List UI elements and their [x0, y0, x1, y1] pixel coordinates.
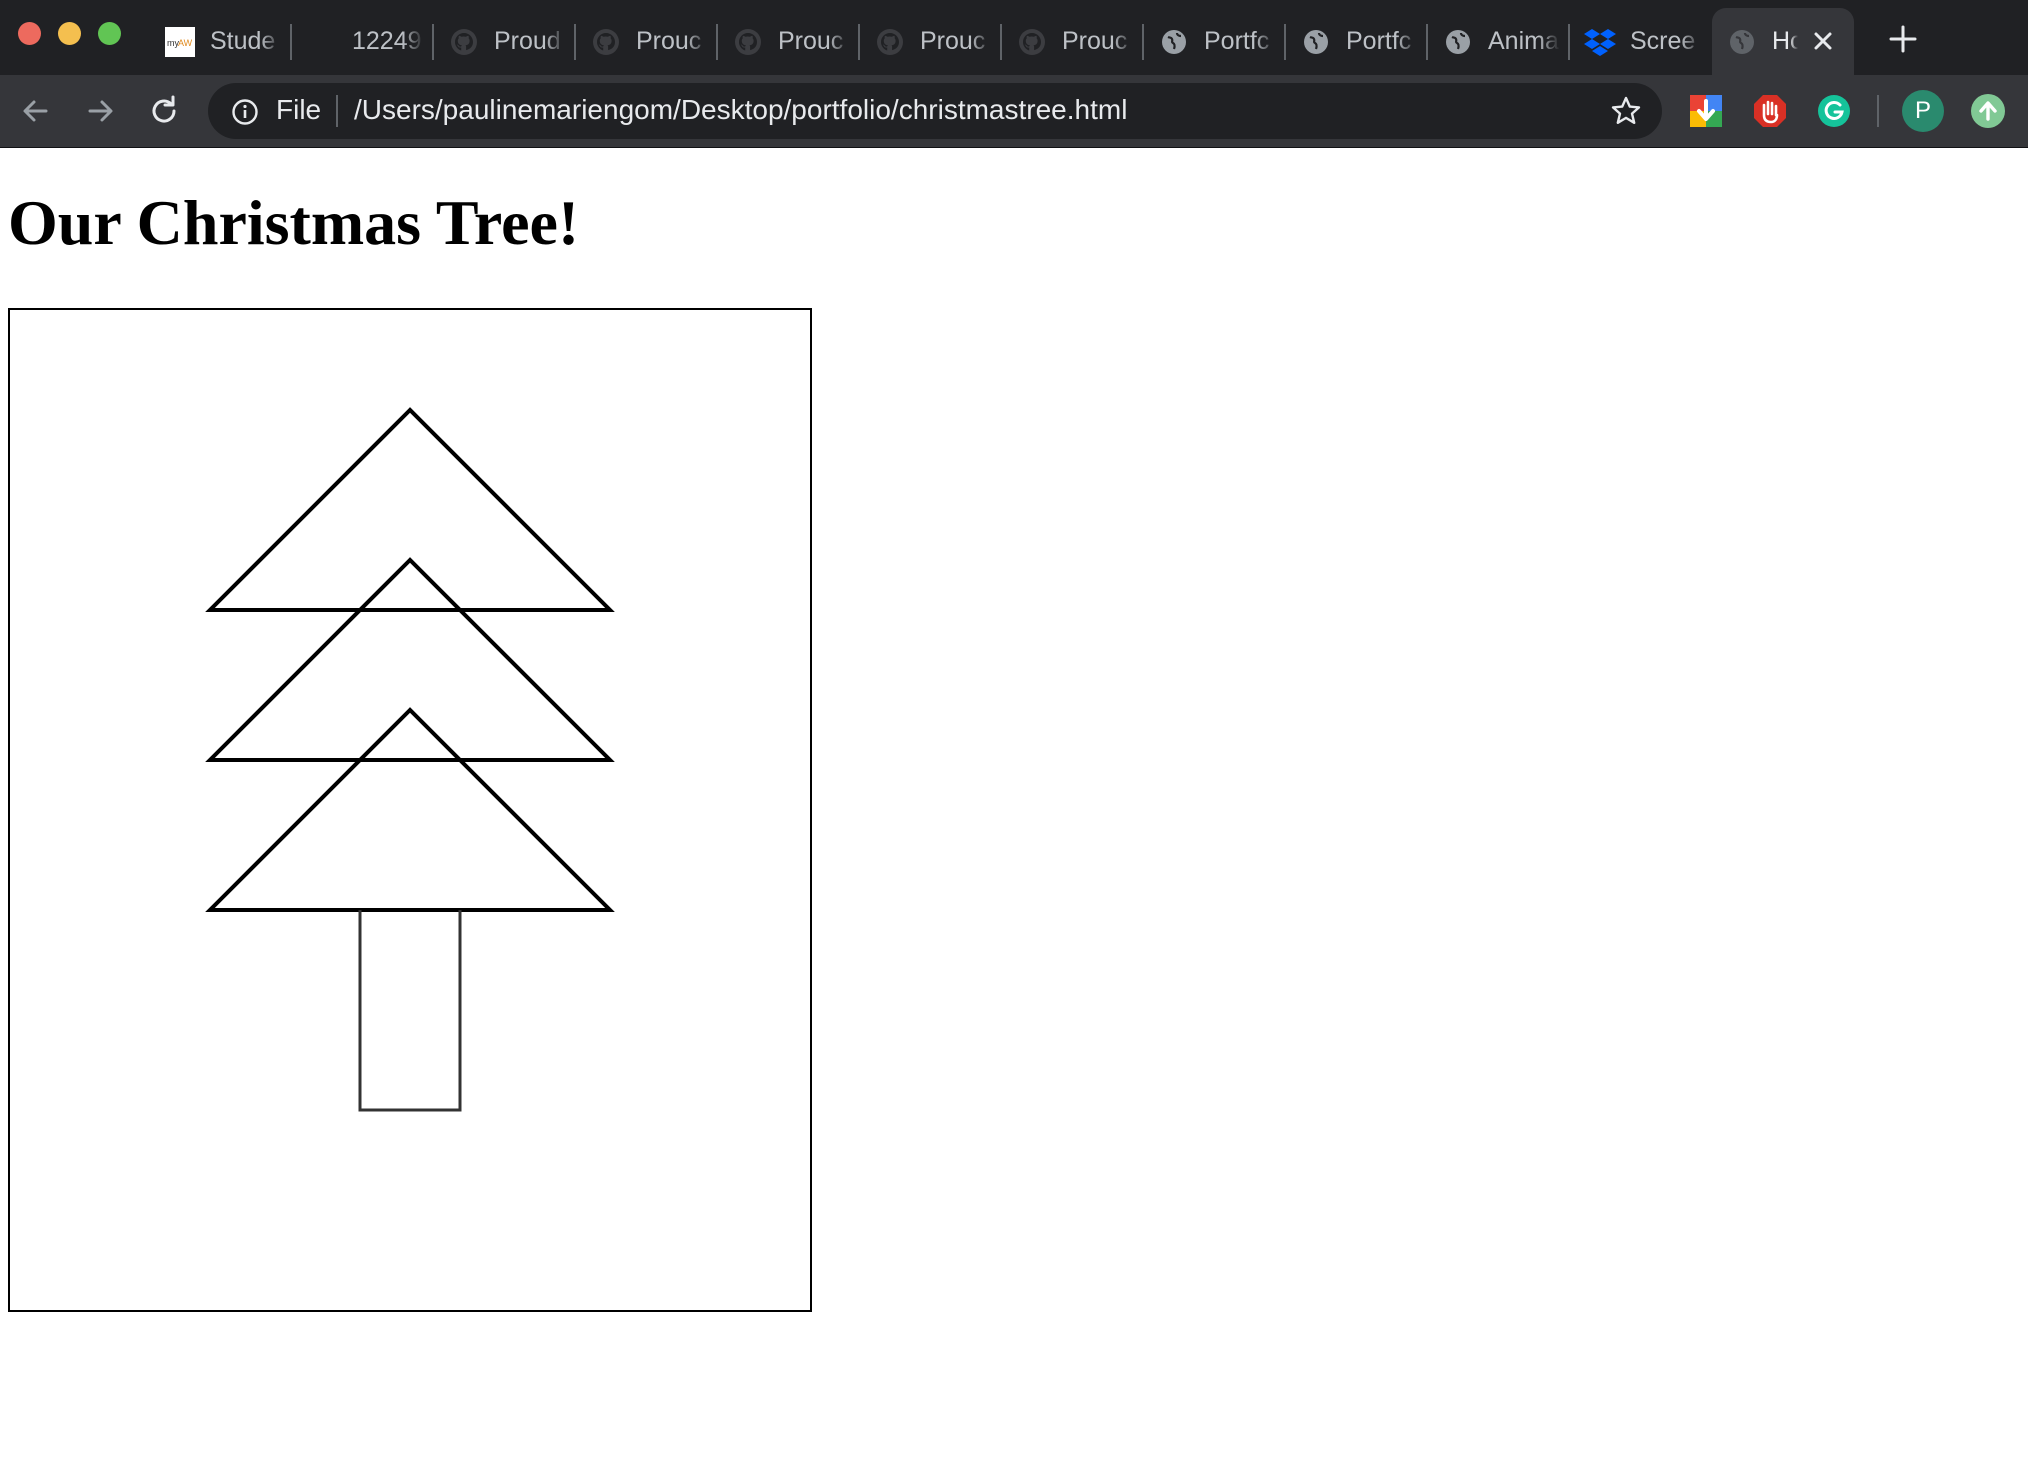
tab-github-3[interactable]: Prouc: [718, 8, 860, 75]
download-extension-icon[interactable]: [1688, 93, 1724, 129]
tab-12249[interactable]: 12249: [292, 8, 434, 75]
tab-label: Prouc: [920, 27, 986, 55]
github-icon: [874, 26, 906, 58]
tab-label: Prouc: [1062, 27, 1128, 55]
globe-icon: [1300, 26, 1332, 58]
tab-label: Prouc: [778, 27, 844, 55]
tab-label: Portfc: [1346, 27, 1412, 55]
tab-label: Proud: [494, 27, 561, 55]
globe-icon: [1726, 26, 1758, 58]
new-tab-button[interactable]: [1884, 20, 1922, 58]
github-icon: [448, 26, 480, 58]
tab-student[interactable]: my AW Stude: [150, 8, 292, 75]
globe-icon: [1442, 26, 1474, 58]
tab-portfolio-2[interactable]: Portfc: [1286, 8, 1428, 75]
tree-trunk: [358, 910, 462, 1112]
dropbox-icon: [1584, 26, 1616, 58]
christmas-tree-drawing: [205, 407, 615, 1112]
tab-active-christmas-tree[interactable]: Hc: [1712, 8, 1854, 75]
tab-animation[interactable]: Anima: [1428, 8, 1570, 75]
minimize-window-button[interactable]: [58, 22, 81, 45]
url-text[interactable]: /Users/paulinemariengom/Desktop/portfoli…: [354, 94, 1127, 126]
drawing-canvas: [8, 308, 812, 1312]
tab-label: Anima: [1488, 27, 1559, 55]
svg-text:AW: AW: [178, 38, 193, 48]
url-scheme-label: File: [276, 94, 322, 125]
maximize-window-button[interactable]: [98, 22, 121, 45]
adblock-hand-icon[interactable]: [1752, 93, 1788, 129]
close-window-button[interactable]: [18, 22, 41, 45]
globe-icon: [1158, 26, 1190, 58]
close-tab-icon[interactable]: [1810, 28, 1836, 54]
github-icon: [590, 26, 622, 58]
tab-label: Stude: [210, 27, 276, 55]
page-viewport: Our Christmas Tree!: [0, 148, 2028, 1474]
site-info-icon[interactable]: [230, 97, 260, 127]
tree-bottom-triangle: [205, 707, 615, 912]
bookmark-star-icon[interactable]: [1610, 95, 1642, 127]
tab-github-5[interactable]: Prouc: [1002, 8, 1144, 75]
blank-page-icon: [306, 26, 338, 58]
tab-label: Hc: [1772, 27, 1798, 55]
tree-middle-triangle: [205, 557, 615, 762]
reload-button[interactable]: [144, 91, 184, 131]
update-arrow-icon[interactable]: [1970, 93, 2006, 129]
tree-top-triangle: [205, 407, 615, 612]
github-icon: [1016, 26, 1048, 58]
address-bar[interactable]: File /Users/paulinemariengom/Desktop/por…: [208, 83, 1662, 139]
toolbar-separator: [1877, 95, 1879, 127]
myaw-icon: my AW: [164, 26, 196, 58]
github-icon: [732, 26, 764, 58]
tab-github-4[interactable]: Prouc: [860, 8, 1002, 75]
tab-label: Prouc: [636, 27, 702, 55]
page-title: Our Christmas Tree!: [8, 187, 580, 258]
forward-button[interactable]: [80, 91, 120, 131]
browser-titlebar: my AW Stude 12249 Proud Prouc Prouc Prou…: [0, 0, 2028, 75]
tab-strip: my AW Stude 12249 Proud Prouc Prouc Prou…: [150, 8, 1854, 75]
tab-label: Portfc: [1204, 27, 1270, 55]
back-button[interactable]: [16, 91, 56, 131]
grammarly-icon[interactable]: [1816, 93, 1852, 129]
tab-portfolio-1[interactable]: Portfc: [1144, 8, 1286, 75]
tab-github-2[interactable]: Prouc: [576, 8, 718, 75]
tab-label: Scree: [1630, 27, 1696, 55]
profile-avatar[interactable]: P: [1902, 90, 1944, 132]
browser-toolbar: File /Users/paulinemariengom/Desktop/por…: [0, 75, 2028, 148]
tab-label: 12249: [352, 27, 422, 55]
address-divider: [336, 95, 338, 127]
tab-screenshots[interactable]: Scree: [1570, 8, 1712, 75]
tab-github-1[interactable]: Proud: [434, 8, 576, 75]
